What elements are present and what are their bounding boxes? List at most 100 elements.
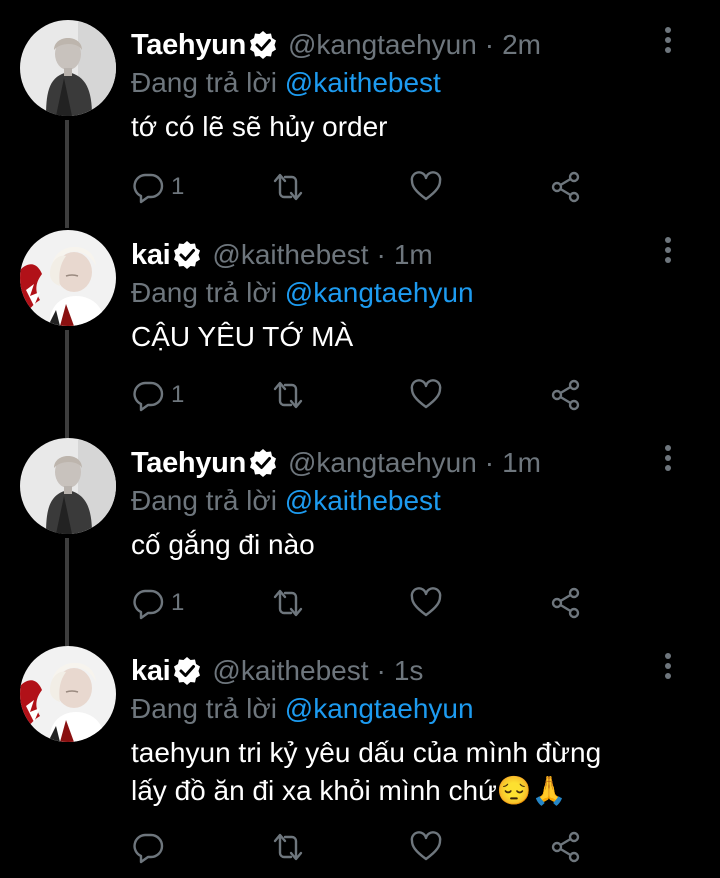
share-icon: [549, 586, 583, 620]
tweet-text: tớ có lẽ sẽ hủy order: [131, 108, 720, 146]
display-name[interactable]: kai: [131, 655, 171, 688]
reply-button[interactable]: 1: [131, 378, 184, 412]
more-icon[interactable]: [656, 20, 680, 60]
timestamp[interactable]: 1s: [394, 655, 424, 687]
tweet-header: Taehyun @kangtaehyun · 1m: [131, 444, 720, 482]
mention-link[interactable]: @kangtaehyun: [285, 693, 474, 724]
separator: ·: [484, 29, 495, 60]
reply-button[interactable]: 1: [131, 170, 184, 204]
user-handle[interactable]: @kaithebest: [212, 655, 368, 687]
tweet-text: cố gắng đi nào: [131, 526, 720, 564]
verified-badge-icon: [248, 448, 278, 478]
share-button[interactable]: [549, 378, 583, 412]
tweet-text: taehyun tri kỷ yêu dấu của mình đừng lấy…: [131, 734, 720, 810]
mention-link[interactable]: @kangtaehyun: [285, 277, 474, 308]
comment-icon: [131, 170, 165, 204]
reply-count: 1: [171, 381, 185, 408]
tweet-header: kai @kaithebest · 1s: [131, 652, 720, 690]
retweet-button[interactable]: [271, 378, 305, 412]
tweet[interactable]: Taehyun @kangtaehyun · 1m Đang trả lời @…: [0, 438, 720, 638]
reply-button[interactable]: [131, 830, 171, 864]
reply-prefix: Đang trả lời: [131, 67, 277, 98]
tweet-actions: 1: [131, 586, 591, 620]
reply-prefix: Đang trả lời: [131, 693, 277, 724]
reply-context: Đang trả lời @kangtaehyun: [131, 274, 720, 312]
reply-prefix: Đang trả lời: [131, 485, 277, 516]
timestamp[interactable]: 2m: [502, 29, 541, 61]
retweet-icon: [271, 170, 305, 204]
verified-badge-icon: [172, 240, 202, 270]
tweet-text-line: taehyun tri kỷ yêu dấu của mình đừng: [131, 737, 602, 768]
tweet-header: kai @kaithebest · 1m: [131, 236, 720, 274]
avatar-taehyun[interactable]: [20, 438, 116, 534]
user-handle[interactable]: @kangtaehyun: [288, 29, 477, 61]
tweet-header: Taehyun @kangtaehyun · 2m: [131, 26, 720, 64]
retweet-icon: [271, 378, 305, 412]
tweet-actions: 1: [131, 170, 591, 204]
reply-context: Đang trả lời @kangtaehyun: [131, 690, 720, 728]
tweet-text-line: cố gắng đi nào: [131, 529, 315, 560]
reply-count: 1: [171, 589, 185, 616]
like-icon: [409, 830, 443, 864]
comment-icon: [131, 586, 165, 620]
like-button[interactable]: [409, 378, 443, 412]
verified-badge-icon: [248, 30, 278, 60]
mention-link[interactable]: @kaithebest: [285, 67, 441, 98]
share-icon: [549, 830, 583, 864]
separator: ·: [484, 447, 495, 478]
user-handle[interactable]: @kangtaehyun: [288, 447, 477, 479]
separator: ·: [376, 655, 386, 686]
reply-button[interactable]: 1: [131, 586, 184, 620]
display-name[interactable]: Taehyun: [131, 29, 246, 62]
comment-icon: [131, 830, 165, 864]
tweet[interactable]: kai @kaithebest · 1s Đang trả lời @kangt…: [0, 646, 720, 878]
retweet-icon: [271, 830, 305, 864]
share-button[interactable]: [549, 586, 583, 620]
retweet-button[interactable]: [271, 170, 305, 204]
like-button[interactable]: [409, 170, 443, 204]
avatar-kai[interactable]: [20, 646, 116, 742]
share-button[interactable]: [549, 170, 583, 204]
like-icon: [409, 170, 443, 204]
like-button[interactable]: [409, 830, 443, 864]
reply-context: Đang trả lời @kaithebest: [131, 482, 720, 520]
tweet-content: kai @kaithebest · 1m Đang trả lời @kangt…: [131, 236, 720, 356]
tweet[interactable]: kai @kaithebest · 1m Đang trả lời @kangt…: [0, 230, 720, 430]
user-handle[interactable]: @kaithebest: [212, 239, 368, 271]
tweet-content: Taehyun @kangtaehyun · 2m Đang trả lời @…: [131, 26, 720, 146]
avatar-taehyun[interactable]: [20, 20, 116, 116]
like-button[interactable]: [409, 586, 443, 620]
share-icon: [549, 378, 583, 412]
more-icon[interactable]: [656, 438, 680, 478]
tweet-content: kai @kaithebest · 1s Đang trả lời @kangt…: [131, 652, 720, 810]
timestamp[interactable]: 1m: [394, 239, 433, 271]
display-name[interactable]: Taehyun: [131, 447, 246, 480]
timestamp[interactable]: 1m: [502, 447, 541, 479]
verified-badge-icon: [172, 656, 202, 686]
tweet-text-line: lấy đồ ăn đi xa khỏi mình chứ😔🙏: [131, 775, 567, 806]
more-icon[interactable]: [656, 646, 680, 686]
tweet-text-line: tớ có lẽ sẽ hủy order: [131, 111, 388, 142]
reply-prefix: Đang trả lời: [131, 277, 277, 308]
mention-link[interactable]: @kaithebest: [285, 485, 441, 516]
tweet-text: CẬU YÊU TỚ MÀ: [131, 318, 720, 356]
reply-context: Đang trả lời @kaithebest: [131, 64, 720, 102]
tweet[interactable]: Taehyun @kangtaehyun · 2m Đang trả lời @…: [0, 20, 720, 220]
more-icon[interactable]: [656, 230, 680, 270]
avatar-kai[interactable]: [20, 230, 116, 326]
share-button[interactable]: [549, 830, 583, 864]
like-icon: [409, 586, 443, 620]
tweet-actions: 1: [131, 378, 591, 412]
retweet-button[interactable]: [271, 586, 305, 620]
comment-icon: [131, 378, 165, 412]
tweet-text-line: CẬU YÊU TỚ MÀ: [131, 321, 354, 352]
reply-count: 1: [171, 173, 185, 200]
display-name[interactable]: kai: [131, 239, 171, 272]
share-icon: [549, 170, 583, 204]
like-icon: [409, 378, 443, 412]
tweet-content: Taehyun @kangtaehyun · 1m Đang trả lời @…: [131, 444, 720, 564]
retweet-icon: [271, 586, 305, 620]
retweet-button[interactable]: [271, 830, 305, 864]
tweet-actions: [131, 830, 591, 864]
separator: ·: [376, 239, 386, 270]
